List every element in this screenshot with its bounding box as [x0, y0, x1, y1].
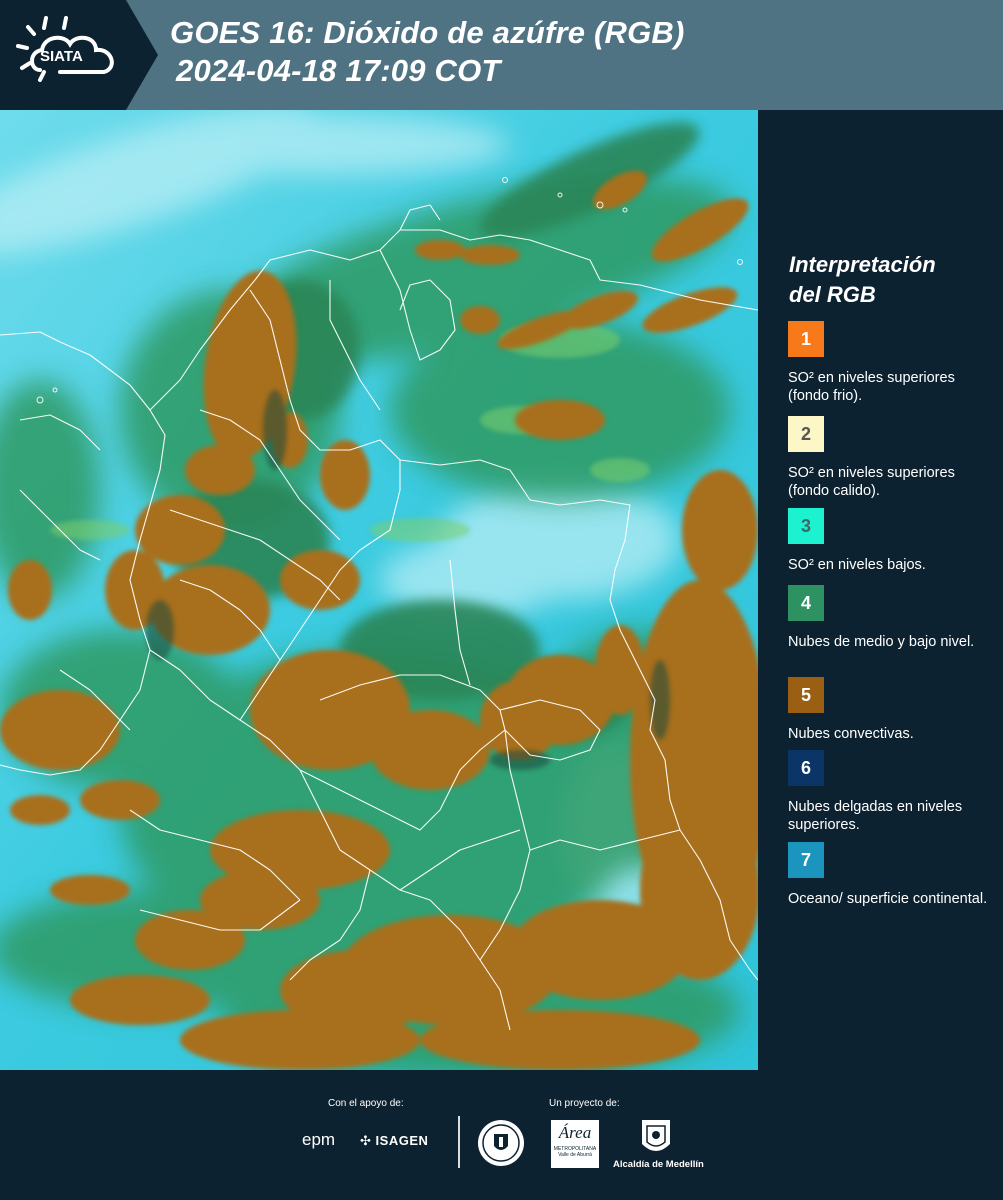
siata-logo-icon: SIATA	[0, 0, 158, 110]
legend-swatch-3: 3	[788, 508, 824, 544]
project-label: Un proyecto de:	[549, 1098, 620, 1109]
title-timestamp: 2024-04-18 17:09 COT	[176, 53, 501, 88]
legend-item-6: 6 Nubes delgadas en niveles superiores.	[788, 750, 998, 834]
legend-swatch-5: 5	[788, 677, 824, 713]
isagen-logo: ✣ ISAGEN	[360, 1133, 429, 1148]
legend-label-1: SO² en niveles superiores (fondo frio).	[788, 370, 955, 404]
legend-swatch-1: 1	[788, 321, 824, 357]
title-product: GOES 16: Dióxido de azúfre (RGB)	[170, 15, 685, 50]
legend-item-5: 5 Nubes convectivas.	[788, 677, 998, 743]
epm-logo: epm	[302, 1130, 336, 1149]
page-title: GOES 16: Dióxido de azúfre (RGB) 2024-04…	[170, 14, 685, 90]
legend-swatch-4: 4	[788, 585, 824, 621]
legend-item-1: 1 SO² en niveles superiores (fondo frio)…	[788, 321, 998, 405]
footer-divider	[458, 1116, 460, 1168]
alcaldia-label: Alcaldía de Medellín	[613, 1159, 704, 1170]
satellite-map[interactable]	[0, 110, 758, 1070]
legend-label-5: Nubes convectivas.	[788, 726, 914, 742]
legend-item-3: 3 SO² en niveles bajos.	[788, 508, 998, 574]
svg-text:SIATA: SIATA	[40, 48, 83, 65]
legend-label-7: Oceano/ superficie continental.	[788, 891, 988, 907]
area-metropolitana-logo: Área METROPOLITANA Valle de Aburrá	[551, 1120, 599, 1168]
rgb-satellite-image	[0, 110, 758, 1070]
alcaldia-shield-icon	[642, 1120, 670, 1151]
legend-label-3: SO² en niveles bajos.	[788, 557, 926, 573]
legend-item-7: 7 Oceano/ superficie continental.	[788, 842, 998, 908]
medellin-seal-icon	[478, 1120, 524, 1166]
footer-bar: Con el apoyo de: Un proyecto de: epm ✣ I…	[0, 1070, 1003, 1200]
legend-label-2: SO² en niveles superiores (fondo calido)…	[788, 465, 955, 499]
legend-title: Interpretación del RGB	[789, 252, 936, 307]
legend-swatch-2: 2	[788, 416, 824, 452]
support-label: Con el apoyo de:	[328, 1098, 404, 1109]
isagen-mark-icon: ✣	[360, 1133, 372, 1148]
legend-item-4: 4 Nubes de medio y bajo nivel.	[788, 585, 998, 651]
legend-label-6: Nubes delgadas en niveles superiores.	[788, 799, 963, 833]
legend-swatch-6: 6	[788, 750, 824, 786]
legend-item-2: 2 SO² en niveles superiores (fondo calid…	[788, 416, 998, 500]
legend-label-4: Nubes de medio y bajo nivel.	[788, 634, 975, 650]
legend-swatch-7: 7	[788, 842, 824, 878]
logo-band: SIATA	[0, 0, 158, 110]
header-bar: SIATA GOES 16: Dióxido de azúfre (RGB) 2…	[0, 0, 1003, 110]
legend-panel: Interpretación del RGB 1 SO² en niveles …	[760, 110, 1003, 1070]
